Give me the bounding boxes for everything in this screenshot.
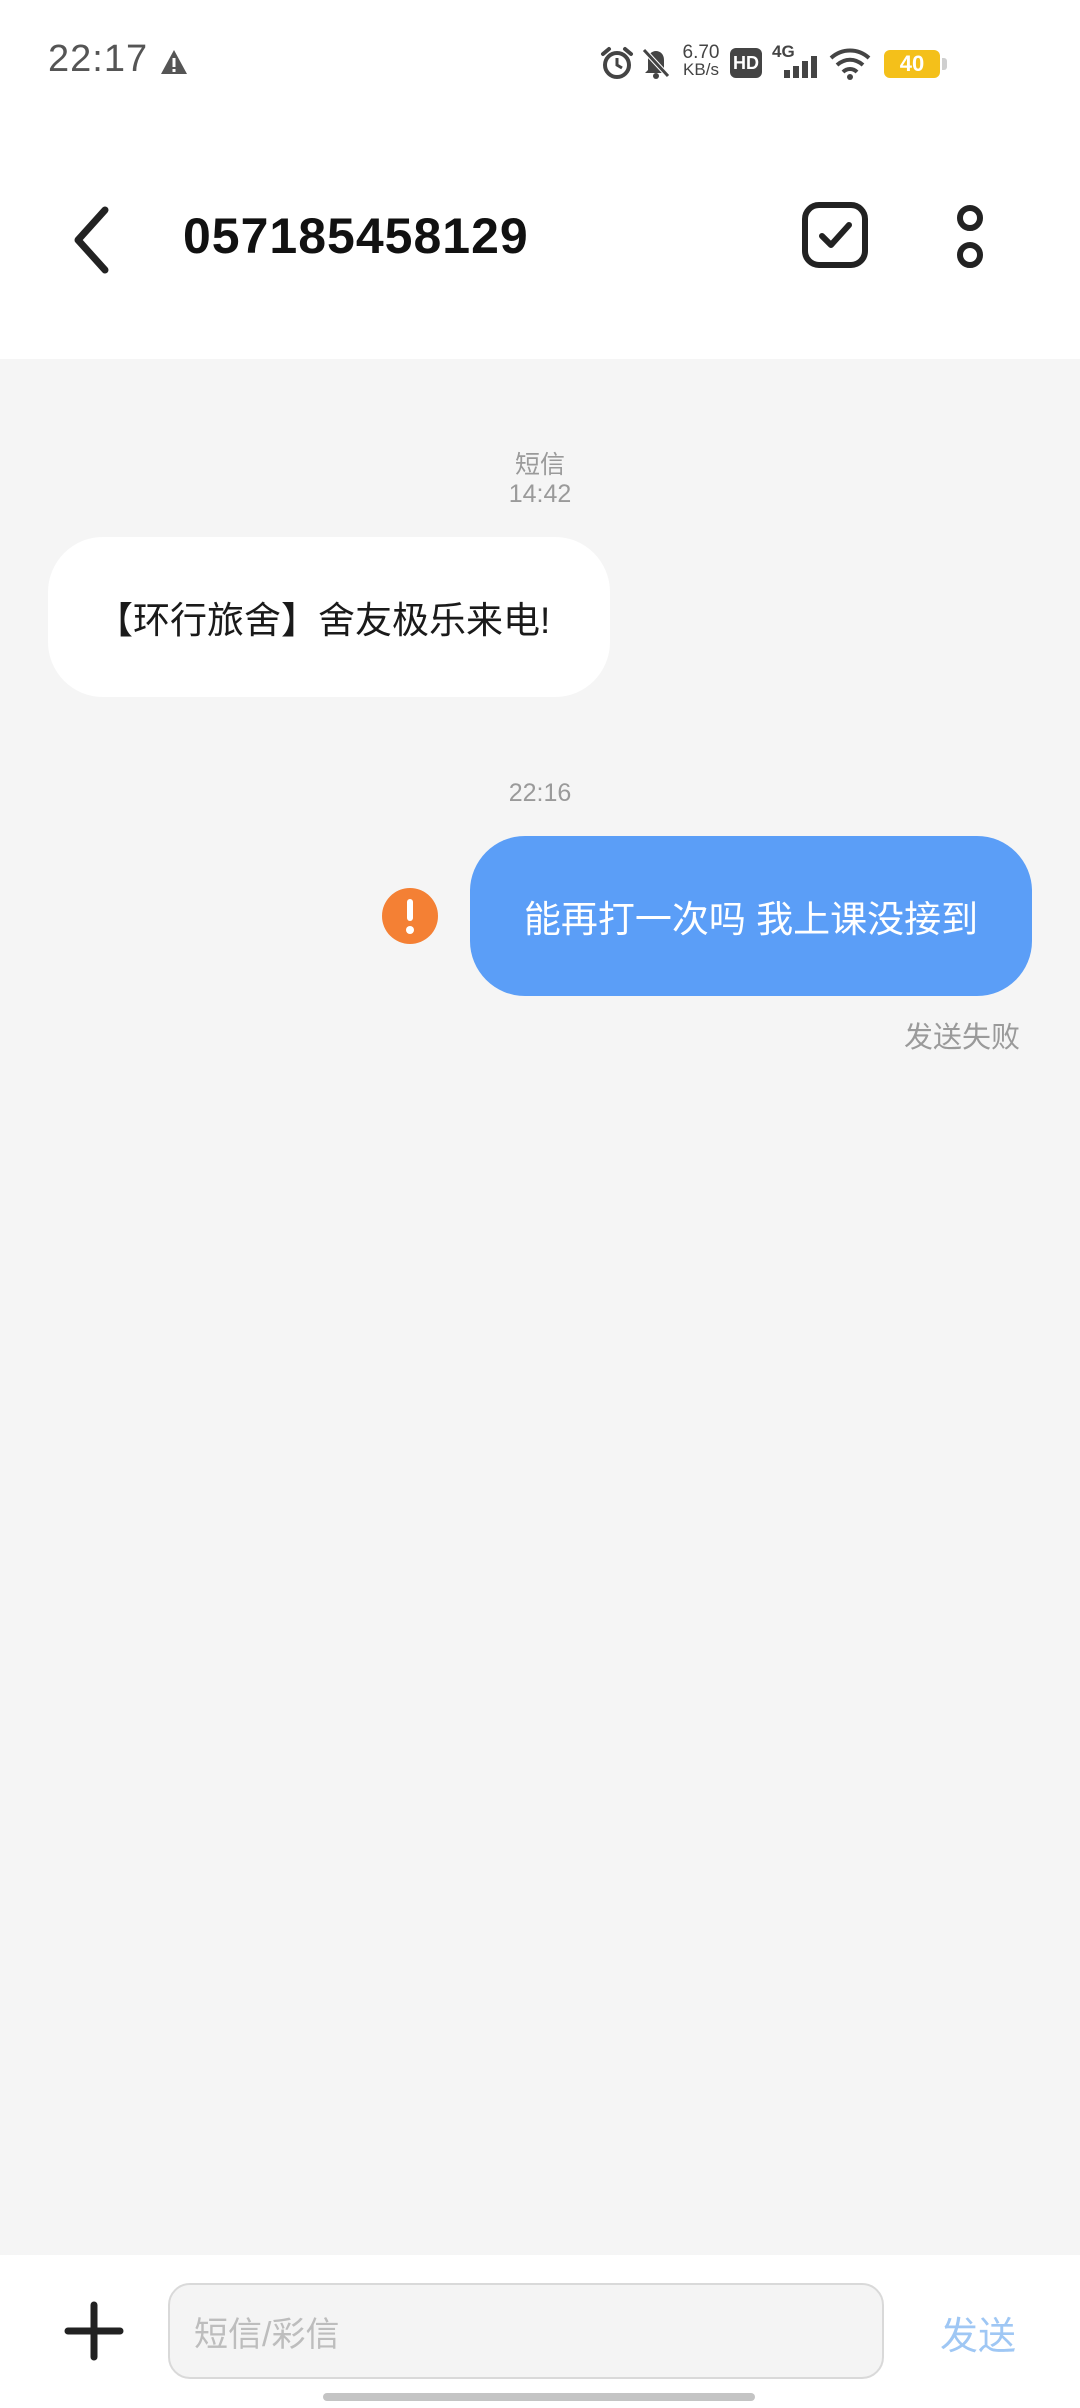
wifi-icon: [829, 48, 871, 80]
compose-bar: 短信/彩信 发送: [0, 2255, 1080, 2408]
back-button[interactable]: [60, 195, 130, 285]
net-speed-value: 6.70: [682, 42, 720, 63]
status-bar: 22:17 6.70 KB/s HD 4G 40: [0, 0, 1080, 125]
incoming-message-text: 【环行旅舍】舍友极乐来电!: [96, 600, 551, 641]
add-attachment-icon[interactable]: [62, 2299, 126, 2363]
battery-icon: 40: [884, 50, 947, 78]
message-input[interactable]: 短信/彩信: [168, 2283, 884, 2379]
send-button[interactable]: 发送: [940, 2305, 1016, 2360]
select-checkbox-icon[interactable]: [800, 200, 870, 270]
mute-icon: [642, 48, 670, 79]
hd-label: HD: [733, 53, 759, 73]
message-input-placeholder: 短信/彩信: [194, 2315, 340, 2354]
outgoing-message-bubble[interactable]: 能再打一次吗 我上课没接到: [470, 836, 1032, 996]
timestamp: 22:16: [508, 779, 572, 807]
send-failed-status: 发送失败: [903, 1022, 1020, 1054]
status-time: 22:17: [48, 38, 149, 80]
net-speed: 6.70 KB/s: [680, 42, 722, 79]
warning-icon: [161, 50, 187, 74]
hd-icon: HD: [730, 48, 762, 78]
conversation-area[interactable]: 短信 14:42 【环行旅舍】舍友极乐来电! 22:16 能再打一次吗 我上课没…: [0, 359, 1080, 2255]
outgoing-message-text: 能再打一次吗 我上课没接到: [523, 899, 979, 940]
battery-level: 40: [899, 51, 925, 76]
more-options-icon[interactable]: [940, 200, 1000, 280]
timestamp: 14:42: [508, 480, 572, 508]
send-error-icon[interactable]: [382, 888, 438, 944]
home-indicator[interactable]: [323, 2393, 755, 2401]
signal-icon: 4G: [772, 42, 822, 82]
alarm-icon: [601, 47, 633, 79]
incoming-message-bubble[interactable]: 【环行旅舍】舍友极乐来电!: [48, 537, 610, 697]
conversation-header: 057185458129: [0, 125, 1080, 359]
message-type-label: 短信: [514, 451, 565, 479]
contact-title: 057185458129: [183, 208, 529, 264]
net-speed-unit: KB/s: [683, 60, 719, 79]
